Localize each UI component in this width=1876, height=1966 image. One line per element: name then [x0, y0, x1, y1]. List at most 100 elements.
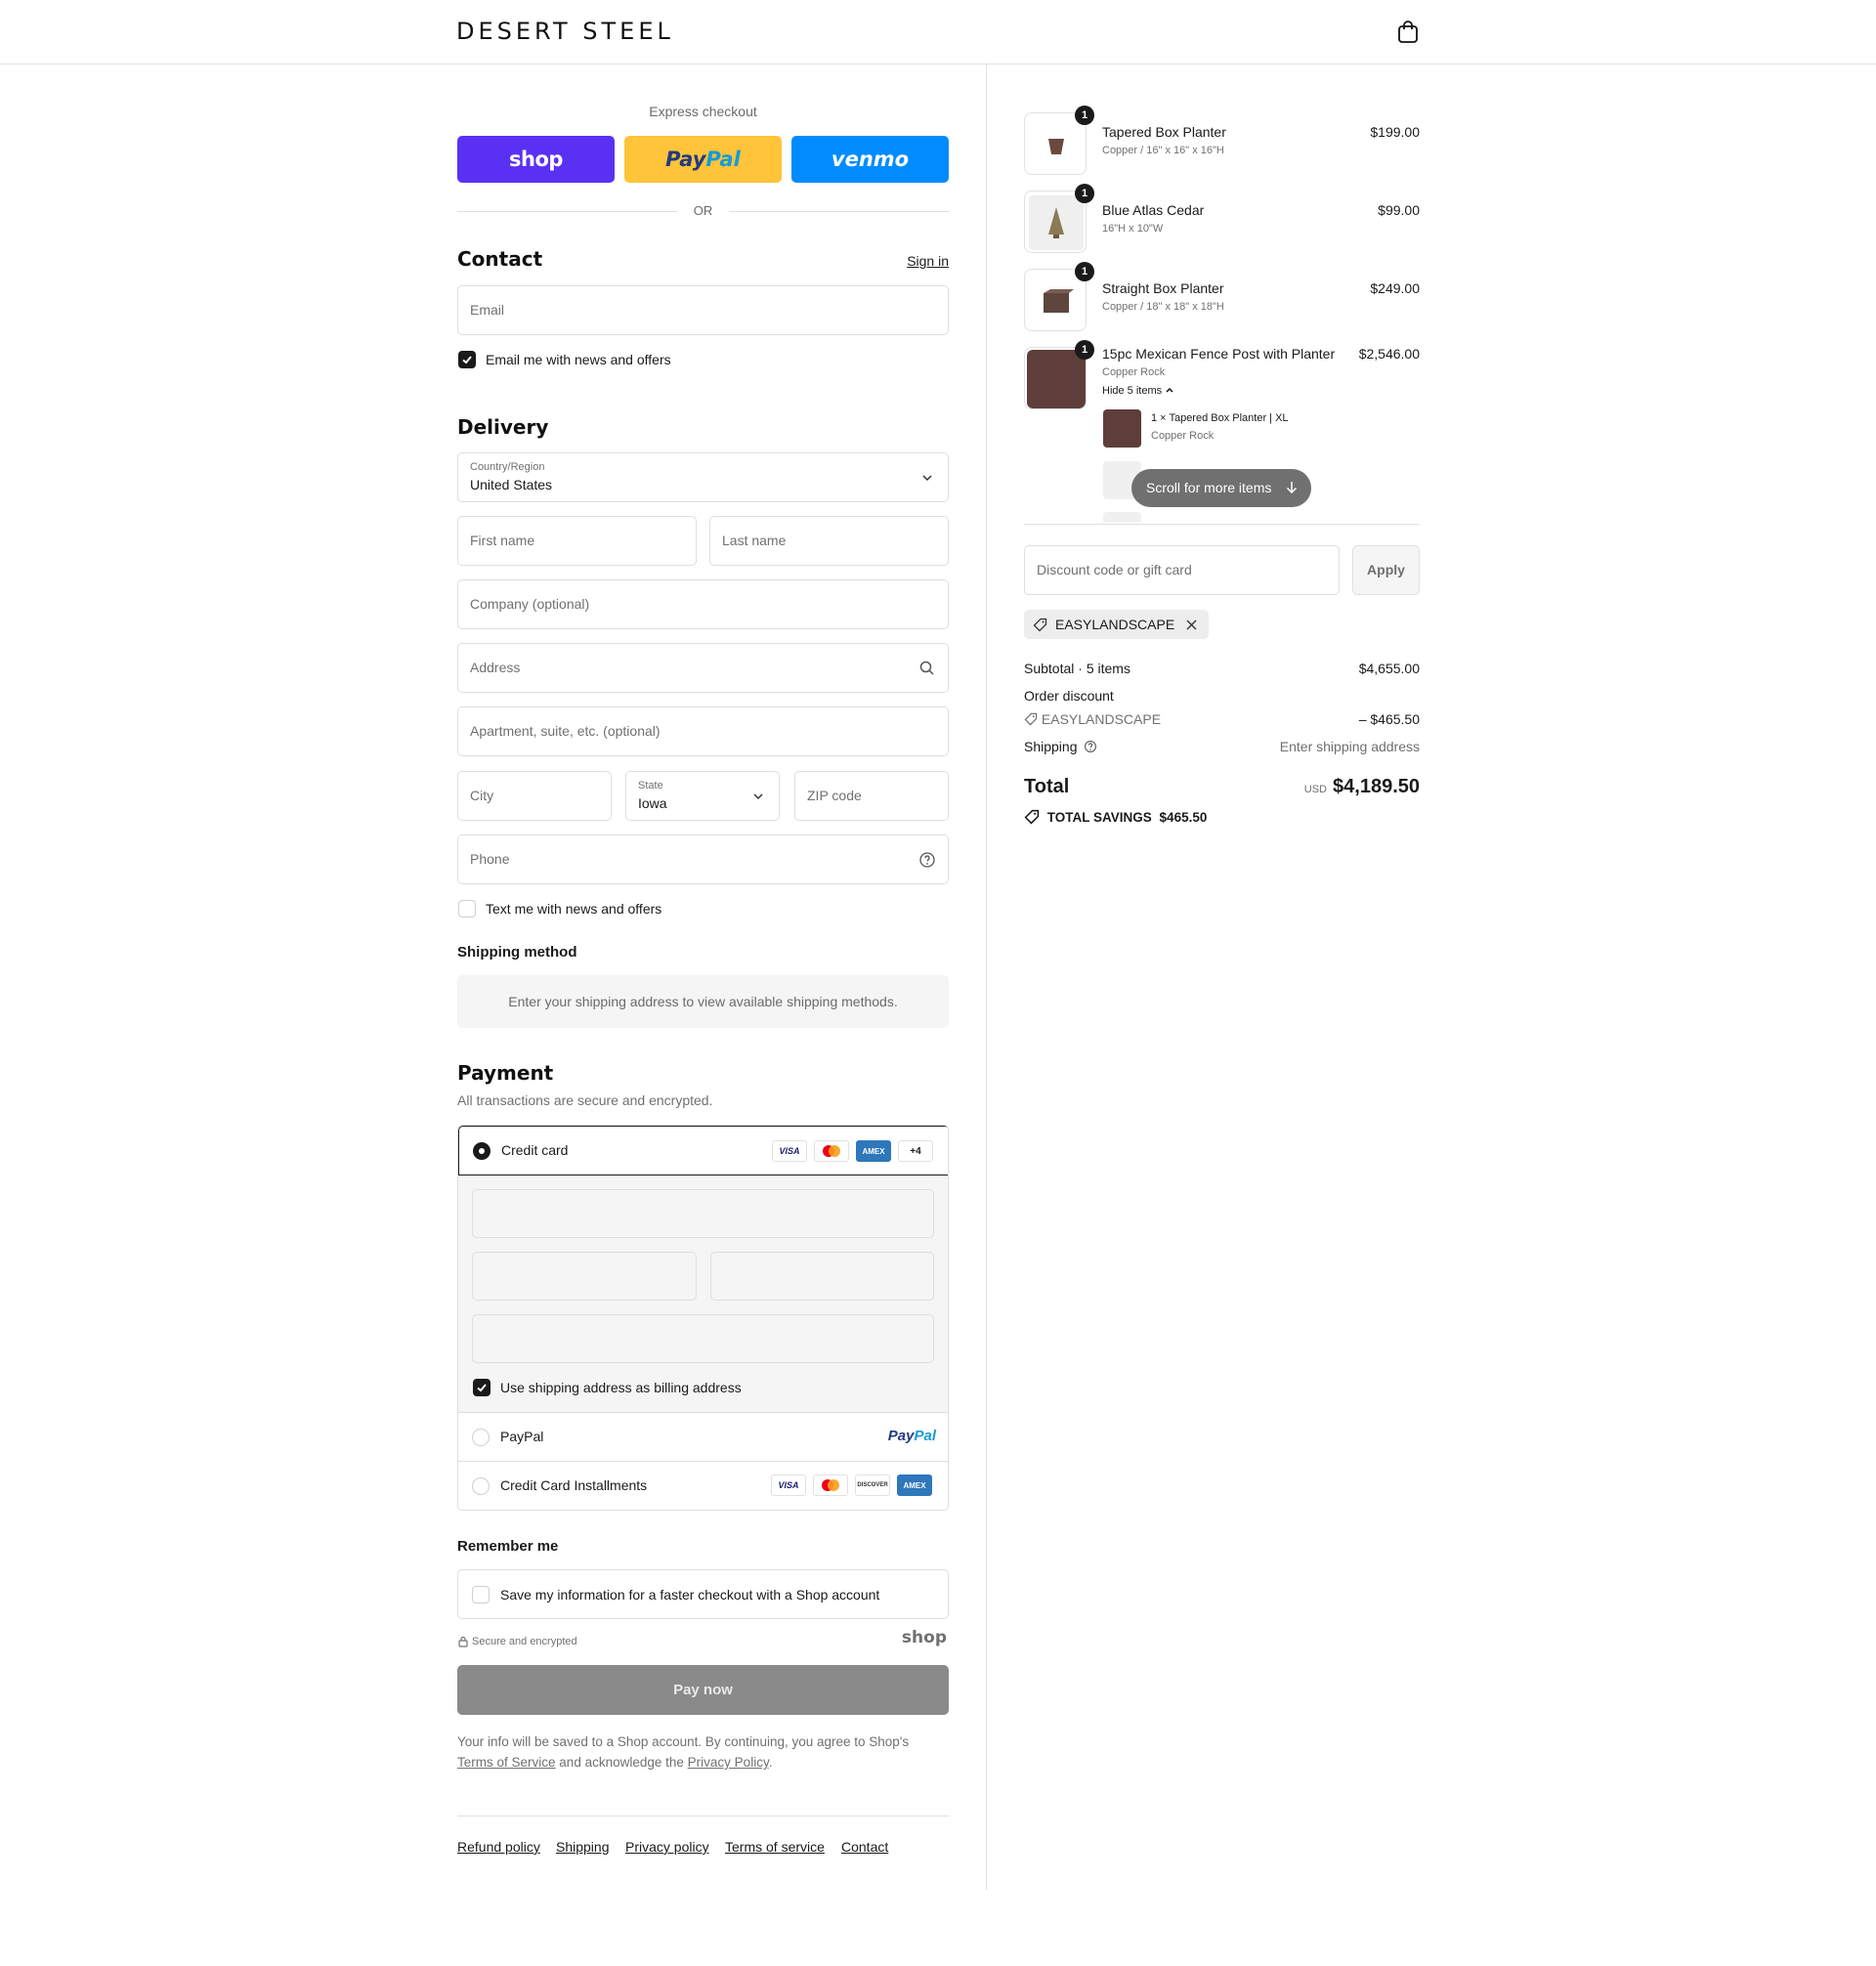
first-name-field[interactable]: First name	[457, 516, 697, 566]
item-name: 15pc Mexican Fence Post with Planter	[1102, 346, 1336, 362]
scroll-pill-label: Scroll for more items	[1146, 480, 1272, 495]
delivery-heading: Delivery	[457, 415, 549, 439]
order-discount-row: Order discount	[1024, 688, 1420, 704]
paypal-radio[interactable]	[472, 1429, 490, 1446]
card-number-field[interactable]	[472, 1189, 934, 1238]
company-field[interactable]: Company (optional)	[457, 579, 949, 629]
sign-in-link[interactable]: Sign in	[907, 253, 949, 269]
card-cvv-field[interactable]	[710, 1252, 934, 1301]
express-checkout-title: Express checkout	[649, 104, 757, 119]
bag-icon[interactable]	[1397, 21, 1419, 44]
billing-address-label: Use shipping address as billing address	[500, 1380, 742, 1395]
subtotal-label: Subtotal · 5 items	[1024, 661, 1130, 676]
state-label: State	[638, 780, 663, 791]
discount-code-field[interactable]: Discount code or gift card	[1024, 545, 1340, 595]
visa-icon: VISA	[771, 1474, 806, 1496]
address-field[interactable]: Address	[457, 643, 949, 693]
card-name-field[interactable]	[472, 1314, 934, 1363]
item-variant: 16"H x 10"W	[1102, 223, 1164, 235]
paypal-label: PayPal	[500, 1429, 544, 1444]
tag-icon	[1024, 712, 1038, 726]
shop-pay-button[interactable]: shop	[457, 136, 615, 183]
help-icon[interactable]	[918, 851, 936, 869]
discover-icon: DISCOVER	[855, 1474, 890, 1496]
state-select[interactable]: State Iowa	[625, 771, 780, 821]
email-news-checkbox[interactable]	[458, 351, 476, 368]
payment-heading: Payment	[457, 1061, 554, 1085]
credit-card-option[interactable]: Credit card VISA AMEX +4	[458, 1126, 948, 1175]
paypal-button[interactable]: Pay Pal	[624, 136, 782, 183]
currency-label: USD	[1303, 784, 1328, 795]
email-field[interactable]: Email	[457, 285, 949, 335]
credit-card-form: Use shipping address as billing address	[458, 1175, 948, 1413]
discount-code-label: EASYLANDSCAPE	[1041, 711, 1162, 727]
header: DESERT STEEL	[0, 0, 1876, 64]
scroll-more-button[interactable]: Scroll for more items	[1131, 469, 1311, 507]
arrow-down-icon	[1286, 482, 1298, 494]
terms-link[interactable]: Terms of Service	[457, 1755, 556, 1770]
billing-address-checkbox[interactable]	[473, 1379, 490, 1396]
privacy-policy-link[interactable]: Privacy policy	[625, 1839, 709, 1855]
installments-option[interactable]: Credit Card Installments VISA DISCOVER A…	[458, 1462, 948, 1510]
item-name: Straight Box Planter	[1102, 280, 1224, 296]
city-placeholder: City	[470, 788, 494, 803]
apartment-placeholder: Apartment, suite, etc. (optional)	[470, 723, 661, 739]
text-news-checkbox[interactable]	[458, 900, 476, 918]
tag-icon	[1024, 809, 1040, 825]
apply-button[interactable]: Apply	[1352, 545, 1420, 595]
discount-code-row: EASYLANDSCAPE – $465.50	[1024, 711, 1420, 727]
brand-logo[interactable]: DESERT STEEL	[456, 18, 674, 45]
lock-icon	[458, 1636, 468, 1647]
contact-link[interactable]: Contact	[841, 1839, 888, 1855]
privacy-link[interactable]: Privacy Policy	[688, 1755, 769, 1770]
email-placeholder: Email	[470, 302, 505, 318]
phone-placeholder: Phone	[470, 851, 510, 867]
paypal-option[interactable]: PayPal PayPal	[458, 1413, 948, 1462]
quantity-badge: 1	[1075, 262, 1094, 281]
shipping-link[interactable]: Shipping	[556, 1839, 610, 1855]
installments-radio[interactable]	[472, 1477, 490, 1495]
pay-now-button[interactable]: Pay now	[457, 1665, 949, 1715]
subtotal-value: $4,655.00	[1358, 661, 1420, 676]
phone-field[interactable]: Phone	[457, 834, 949, 884]
applied-code-tag: EASYLANDSCAPE	[1024, 610, 1210, 639]
item-price: $2,546.00	[1358, 346, 1420, 362]
country-select[interactable]: Country/Region United States	[457, 452, 949, 502]
contact-heading: Contact	[457, 247, 543, 271]
shipping-row: Shipping Enter shipping address	[1024, 739, 1420, 754]
sub-item-thumbnail	[1103, 409, 1141, 448]
or-divider: OR	[457, 201, 949, 221]
remember-checkbox[interactable]	[472, 1586, 490, 1603]
item-name: Tapered Box Planter	[1102, 124, 1226, 140]
zip-field[interactable]: ZIP code	[794, 771, 949, 821]
help-icon[interactable]	[1084, 740, 1097, 753]
hide-items-toggle[interactable]: Hide 5 items	[1102, 385, 1174, 397]
search-icon	[919, 661, 934, 675]
remember-label: Save my information for a faster checkou…	[500, 1587, 880, 1603]
legal-line: Your info will be saved to a Shop accoun…	[457, 1734, 910, 1749]
terms-of-service-link[interactable]: Terms of service	[725, 1839, 825, 1855]
card-expiry-field[interactable]	[472, 1252, 697, 1301]
quantity-badge: 1	[1075, 184, 1094, 203]
venmo-button[interactable]: venmo	[791, 136, 949, 183]
country-label: Country/Region	[470, 461, 545, 473]
apartment-field[interactable]: Apartment, suite, etc. (optional)	[457, 706, 949, 756]
city-field[interactable]: City	[457, 771, 612, 821]
secure-text: Secure and encrypted	[472, 1636, 577, 1647]
shipping-label: Shipping	[1024, 739, 1078, 754]
item-name: Blue Atlas Cedar	[1102, 202, 1205, 218]
refund-policy-link[interactable]: Refund policy	[457, 1839, 540, 1855]
legal-text: Your info will be saved to a Shop accoun…	[457, 1731, 949, 1773]
chevron-down-icon	[922, 475, 932, 482]
chevron-up-icon	[1166, 387, 1173, 393]
discount-amount: – $465.50	[1358, 711, 1420, 727]
credit-card-radio[interactable]	[473, 1142, 490, 1160]
paypal-logo-pay: Pay	[887, 1428, 915, 1444]
email-news-label: Email me with news and offers	[486, 352, 671, 367]
last-name-field[interactable]: Last name	[709, 516, 949, 566]
tag-icon	[1033, 618, 1047, 632]
remove-code-icon[interactable]	[1186, 620, 1197, 630]
paypal-label-pal: Pal	[705, 148, 741, 171]
country-value: United States	[470, 477, 553, 492]
paypal-logo-pal: Pal	[914, 1428, 936, 1444]
